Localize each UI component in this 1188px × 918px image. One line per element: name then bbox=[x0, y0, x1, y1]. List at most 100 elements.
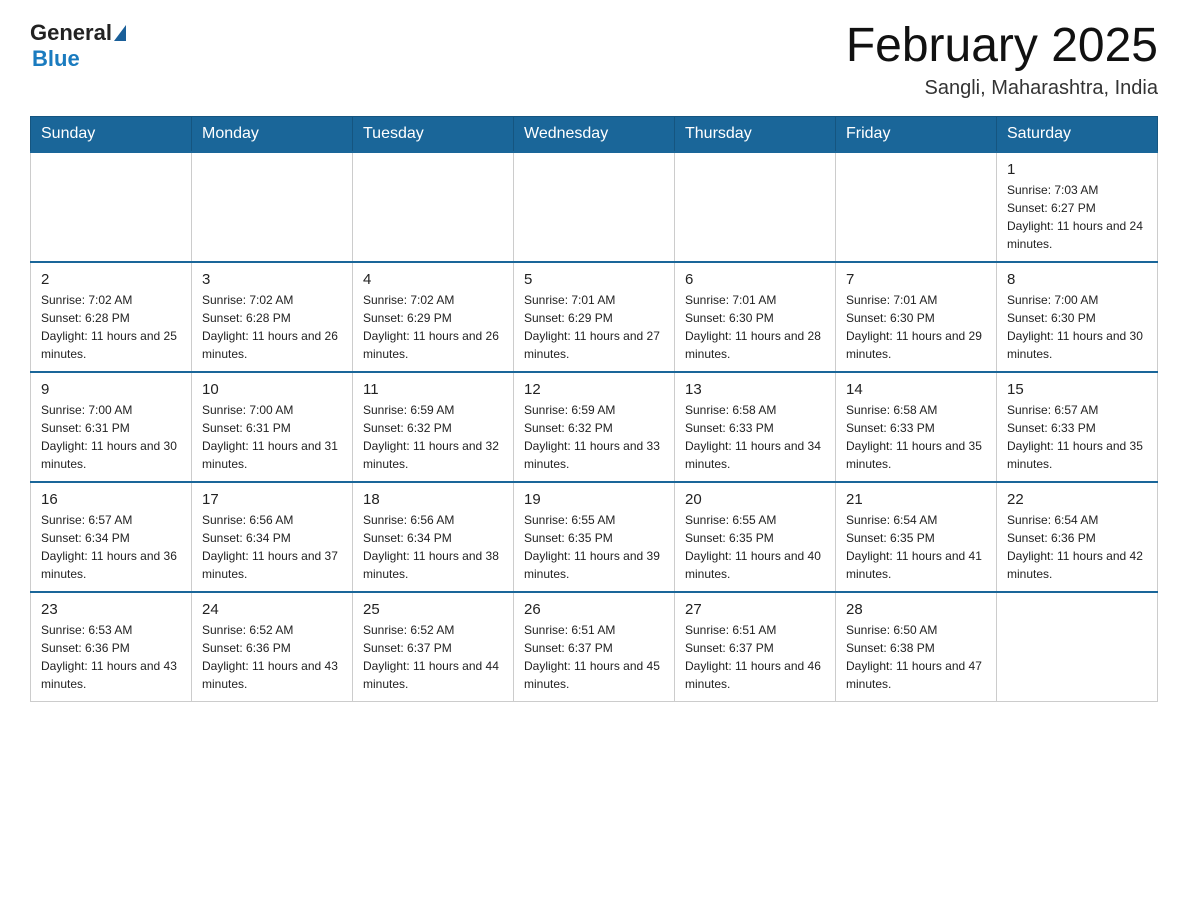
day-number: 8 bbox=[1007, 271, 1147, 288]
day-number: 15 bbox=[1007, 381, 1147, 398]
calendar-header-row: SundayMondayTuesdayWednesdayThursdayFrid… bbox=[31, 116, 1158, 152]
day-number: 4 bbox=[363, 271, 503, 288]
day-info: Sunrise: 6:56 AM Sunset: 6:34 PM Dayligh… bbox=[202, 511, 342, 583]
calendar-title: February 2025 bbox=[846, 20, 1158, 73]
week-row: 16Sunrise: 6:57 AM Sunset: 6:34 PM Dayli… bbox=[31, 482, 1158, 592]
day-number: 22 bbox=[1007, 491, 1147, 508]
day-number: 20 bbox=[685, 491, 825, 508]
day-number: 23 bbox=[41, 601, 181, 618]
calendar-cell bbox=[836, 152, 997, 262]
calendar-cell: 8 Sunrise: 7:00 AM Sunset: 6:30 PM Daylig… bbox=[997, 262, 1158, 372]
calendar-cell bbox=[997, 592, 1158, 702]
day-info: Sunrise: 7:00 AM Sunset: 6:30 PM Dayligh… bbox=[1007, 291, 1147, 363]
calendar-cell: 19Sunrise: 6:55 AM Sunset: 6:35 PM Dayli… bbox=[514, 482, 675, 592]
calendar-cell: 14 Sunrise: 6:58 AM Sunset: 6:33 PM Dayli… bbox=[836, 372, 997, 482]
day-info: Sunrise: 6:58 AM Sunset: 6:33 PM Dayligh… bbox=[846, 401, 986, 473]
day-number: 11 bbox=[363, 381, 503, 398]
calendar-cell: 26 Sunrise: 6:51 AM Sunset: 6:37 PM Dayli… bbox=[514, 592, 675, 702]
week-row: 2 Sunrise: 7:02 AM Sunset: 6:28 PM Daylig… bbox=[31, 262, 1158, 372]
calendar-cell: 27 Sunrise: 6:51 AM Sunset: 6:37 PM Dayli… bbox=[675, 592, 836, 702]
calendar-cell: 13 Sunrise: 6:58 AM Sunset: 6:33 PM Dayli… bbox=[675, 372, 836, 482]
calendar-cell: 24 Sunrise: 6:52 AM Sunset: 6:36 PM Dayli… bbox=[192, 592, 353, 702]
calendar-cell bbox=[675, 152, 836, 262]
day-number: 6 bbox=[685, 271, 825, 288]
title-block: February 2025 Sangli, Maharashtra, India bbox=[846, 20, 1158, 100]
day-number: 3 bbox=[202, 271, 342, 288]
day-number: 5 bbox=[524, 271, 664, 288]
calendar-table: SundayMondayTuesdayWednesdayThursdayFrid… bbox=[30, 116, 1158, 703]
calendar-cell: 16Sunrise: 6:57 AM Sunset: 6:34 PM Dayli… bbox=[31, 482, 192, 592]
day-of-week-header: Saturday bbox=[997, 116, 1158, 152]
calendar-cell: 5 Sunrise: 7:01 AM Sunset: 6:29 PM Daylig… bbox=[514, 262, 675, 372]
day-info: Sunrise: 7:00 AM Sunset: 6:31 PM Dayligh… bbox=[41, 401, 181, 473]
day-info: Sunrise: 6:54 AM Sunset: 6:35 PM Dayligh… bbox=[846, 511, 986, 583]
day-info: Sunrise: 7:01 AM Sunset: 6:29 PM Dayligh… bbox=[524, 291, 664, 363]
day-number: 12 bbox=[524, 381, 664, 398]
day-info: Sunrise: 6:51 AM Sunset: 6:37 PM Dayligh… bbox=[524, 621, 664, 693]
calendar-cell: 21 Sunrise: 6:54 AM Sunset: 6:35 PM Dayli… bbox=[836, 482, 997, 592]
day-number: 26 bbox=[524, 601, 664, 618]
day-number: 17 bbox=[202, 491, 342, 508]
logo-triangle-icon bbox=[114, 25, 126, 41]
calendar-cell: 18 Sunrise: 6:56 AM Sunset: 6:34 PM Dayli… bbox=[353, 482, 514, 592]
day-number: 9 bbox=[41, 381, 181, 398]
day-info: Sunrise: 6:54 AM Sunset: 6:36 PM Dayligh… bbox=[1007, 511, 1147, 583]
calendar-subtitle: Sangli, Maharashtra, India bbox=[846, 77, 1158, 100]
day-info: Sunrise: 6:58 AM Sunset: 6:33 PM Dayligh… bbox=[685, 401, 825, 473]
week-row: 9 Sunrise: 7:00 AM Sunset: 6:31 PM Daylig… bbox=[31, 372, 1158, 482]
day-of-week-header: Friday bbox=[836, 116, 997, 152]
day-info: Sunrise: 6:53 AM Sunset: 6:36 PM Dayligh… bbox=[41, 621, 181, 693]
week-row: 1Sunrise: 7:03 AM Sunset: 6:27 PM Daylig… bbox=[31, 152, 1158, 262]
day-number: 1 bbox=[1007, 161, 1147, 178]
calendar-cell: 3 Sunrise: 7:02 AM Sunset: 6:28 PM Daylig… bbox=[192, 262, 353, 372]
day-of-week-header: Tuesday bbox=[353, 116, 514, 152]
day-number: 7 bbox=[846, 271, 986, 288]
day-info: Sunrise: 6:57 AM Sunset: 6:33 PM Dayligh… bbox=[1007, 401, 1147, 473]
day-info: Sunrise: 7:01 AM Sunset: 6:30 PM Dayligh… bbox=[685, 291, 825, 363]
logo-general-text: General bbox=[30, 20, 112, 46]
day-number: 28 bbox=[846, 601, 986, 618]
calendar-cell: 7 Sunrise: 7:01 AM Sunset: 6:30 PM Daylig… bbox=[836, 262, 997, 372]
calendar-cell: 23 Sunrise: 6:53 AM Sunset: 6:36 PM Dayli… bbox=[31, 592, 192, 702]
day-info: Sunrise: 6:50 AM Sunset: 6:38 PM Dayligh… bbox=[846, 621, 986, 693]
day-number: 21 bbox=[846, 491, 986, 508]
day-info: Sunrise: 7:02 AM Sunset: 6:29 PM Dayligh… bbox=[363, 291, 503, 363]
calendar-cell: 12 Sunrise: 6:59 AM Sunset: 6:32 PM Dayli… bbox=[514, 372, 675, 482]
calendar-cell: 10Sunrise: 7:00 AM Sunset: 6:31 PM Dayli… bbox=[192, 372, 353, 482]
day-of-week-header: Thursday bbox=[675, 116, 836, 152]
day-number: 13 bbox=[685, 381, 825, 398]
day-info: Sunrise: 6:56 AM Sunset: 6:34 PM Dayligh… bbox=[363, 511, 503, 583]
day-info: Sunrise: 6:59 AM Sunset: 6:32 PM Dayligh… bbox=[524, 401, 664, 473]
day-number: 24 bbox=[202, 601, 342, 618]
day-info: Sunrise: 6:52 AM Sunset: 6:36 PM Dayligh… bbox=[202, 621, 342, 693]
day-number: 14 bbox=[846, 381, 986, 398]
day-number: 19 bbox=[524, 491, 664, 508]
day-info: Sunrise: 6:55 AM Sunset: 6:35 PM Dayligh… bbox=[685, 511, 825, 583]
calendar-cell bbox=[514, 152, 675, 262]
day-number: 16 bbox=[41, 491, 181, 508]
day-of-week-header: Monday bbox=[192, 116, 353, 152]
calendar-cell: 15 Sunrise: 6:57 AM Sunset: 6:33 PM Dayli… bbox=[997, 372, 1158, 482]
logo-blue-text: Blue bbox=[32, 46, 126, 72]
day-info: Sunrise: 6:59 AM Sunset: 6:32 PM Dayligh… bbox=[363, 401, 503, 473]
calendar-cell bbox=[353, 152, 514, 262]
day-number: 18 bbox=[363, 491, 503, 508]
calendar-cell: 9 Sunrise: 7:00 AM Sunset: 6:31 PM Daylig… bbox=[31, 372, 192, 482]
day-info: Sunrise: 7:01 AM Sunset: 6:30 PM Dayligh… bbox=[846, 291, 986, 363]
day-number: 2 bbox=[41, 271, 181, 288]
day-number: 27 bbox=[685, 601, 825, 618]
calendar-cell bbox=[192, 152, 353, 262]
day-info: Sunrise: 6:51 AM Sunset: 6:37 PM Dayligh… bbox=[685, 621, 825, 693]
calendar-cell: 11 Sunrise: 6:59 AM Sunset: 6:32 PM Dayli… bbox=[353, 372, 514, 482]
calendar-cell: 4 Sunrise: 7:02 AM Sunset: 6:29 PM Daylig… bbox=[353, 262, 514, 372]
page-header: General Blue February 2025 Sangli, Mahar… bbox=[30, 20, 1158, 100]
day-info: Sunrise: 7:00 AM Sunset: 6:31 PM Dayligh… bbox=[202, 401, 342, 473]
calendar-cell: 2 Sunrise: 7:02 AM Sunset: 6:28 PM Daylig… bbox=[31, 262, 192, 372]
logo: General Blue bbox=[30, 20, 126, 72]
day-info: Sunrise: 7:02 AM Sunset: 6:28 PM Dayligh… bbox=[41, 291, 181, 363]
day-info: Sunrise: 6:52 AM Sunset: 6:37 PM Dayligh… bbox=[363, 621, 503, 693]
calendar-cell: 25Sunrise: 6:52 AM Sunset: 6:37 PM Dayli… bbox=[353, 592, 514, 702]
day-of-week-header: Sunday bbox=[31, 116, 192, 152]
day-info: Sunrise: 7:02 AM Sunset: 6:28 PM Dayligh… bbox=[202, 291, 342, 363]
calendar-cell: 1Sunrise: 7:03 AM Sunset: 6:27 PM Daylig… bbox=[997, 152, 1158, 262]
